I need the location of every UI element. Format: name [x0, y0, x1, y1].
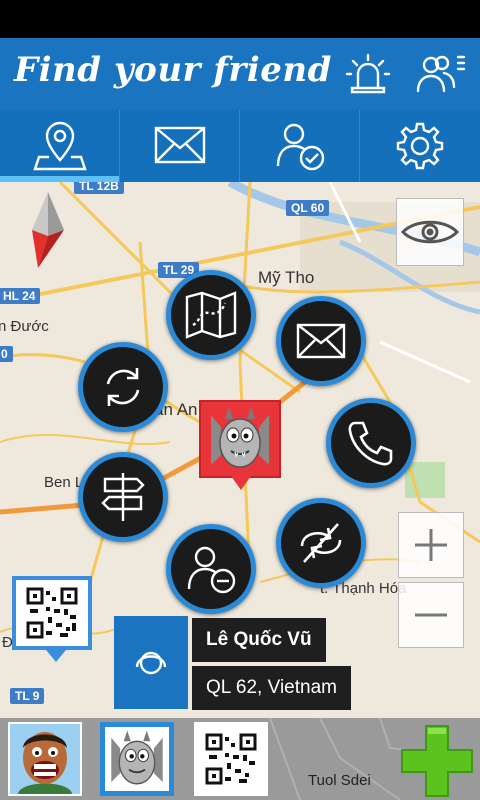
zoom-out-button[interactable] [398, 582, 464, 648]
app-title: Find your friend [14, 50, 332, 90]
phone-icon [348, 421, 393, 466]
app-header: Find your friend [0, 38, 480, 110]
friends-strip: Tuol Sdei [0, 718, 480, 800]
map-place-label: n Đước [0, 318, 49, 335]
road-badge: HL 24 [0, 288, 41, 304]
sync-icon [106, 368, 140, 406]
contacts-button[interactable] [412, 48, 468, 100]
map-place-label: Ben L [44, 474, 84, 491]
alert-button[interactable] [340, 48, 396, 100]
friend-avatar-cartoon[interactable] [8, 722, 82, 796]
visibility-button[interactable] [396, 198, 464, 266]
eye-icon [401, 220, 459, 244]
unlink-button[interactable] [276, 498, 366, 588]
message-button[interactable] [276, 296, 366, 386]
road-badge: TL 9 [10, 688, 45, 704]
compass-icon[interactable] [28, 192, 68, 268]
locate-friend-button[interactable] [114, 616, 188, 709]
tab-friends[interactable] [240, 110, 360, 182]
user-check-icon [276, 123, 324, 171]
gargoyle-avatar-icon [111, 730, 163, 785]
status-bar [0, 0, 480, 38]
map-place-label: Tuol Sdei [308, 772, 371, 789]
app-screen: Find your friend TL 12B QL 60 TL 29 HL 2… [0, 0, 480, 800]
plus-icon [401, 725, 473, 797]
siren-icon [345, 53, 391, 94]
minus-icon [415, 613, 447, 617]
call-button[interactable] [326, 398, 416, 488]
qr-code-icon [26, 587, 78, 639]
directions-button[interactable] [78, 452, 168, 542]
map-view[interactable]: TL 12B QL 60 TL 29 HL 24 TL 9 0 Mỹ Tho ă… [0, 182, 480, 718]
directions-signpost-icon [101, 473, 145, 521]
unlink-icon [300, 523, 342, 563]
tab-bar [0, 110, 480, 182]
contacts-list-icon [416, 55, 466, 93]
gargoyle-avatar-icon [211, 407, 269, 468]
cartoon-face-avatar-icon [10, 724, 80, 794]
friend-avatar-gargoyle[interactable] [100, 722, 174, 796]
tab-messages[interactable] [120, 110, 240, 182]
tab-map[interactable] [0, 110, 120, 182]
friend-address-label: QL 62, Vietnam [192, 666, 351, 710]
qr-code-marker[interactable] [12, 576, 92, 662]
friend-location-marker[interactable] [199, 400, 281, 490]
zoom-in-button[interactable] [398, 512, 464, 578]
road-badge: QL 60 [286, 200, 330, 216]
envelope-icon [154, 126, 205, 164]
remove-user-icon [187, 546, 236, 594]
route-map-button[interactable] [166, 270, 256, 360]
remove-contact-button[interactable] [166, 524, 256, 614]
map-pin-icon [32, 121, 87, 171]
sync-button[interactable] [78, 342, 168, 432]
friend-name-label: Lê Quốc Vũ [192, 618, 326, 662]
plus-icon [415, 529, 447, 561]
map-place-label: Mỹ Tho [258, 268, 315, 287]
road-badge: TL 12B [74, 182, 124, 194]
route-map-icon [185, 291, 237, 339]
message-icon [296, 323, 346, 359]
add-friend-button[interactable] [400, 724, 474, 798]
target-location-icon [135, 651, 167, 674]
tab-settings[interactable] [360, 110, 480, 182]
qr-code-icon [205, 733, 257, 785]
gear-icon [396, 122, 444, 170]
friend-avatar-qr[interactable] [194, 722, 268, 796]
road-badge: 0 [0, 346, 13, 362]
